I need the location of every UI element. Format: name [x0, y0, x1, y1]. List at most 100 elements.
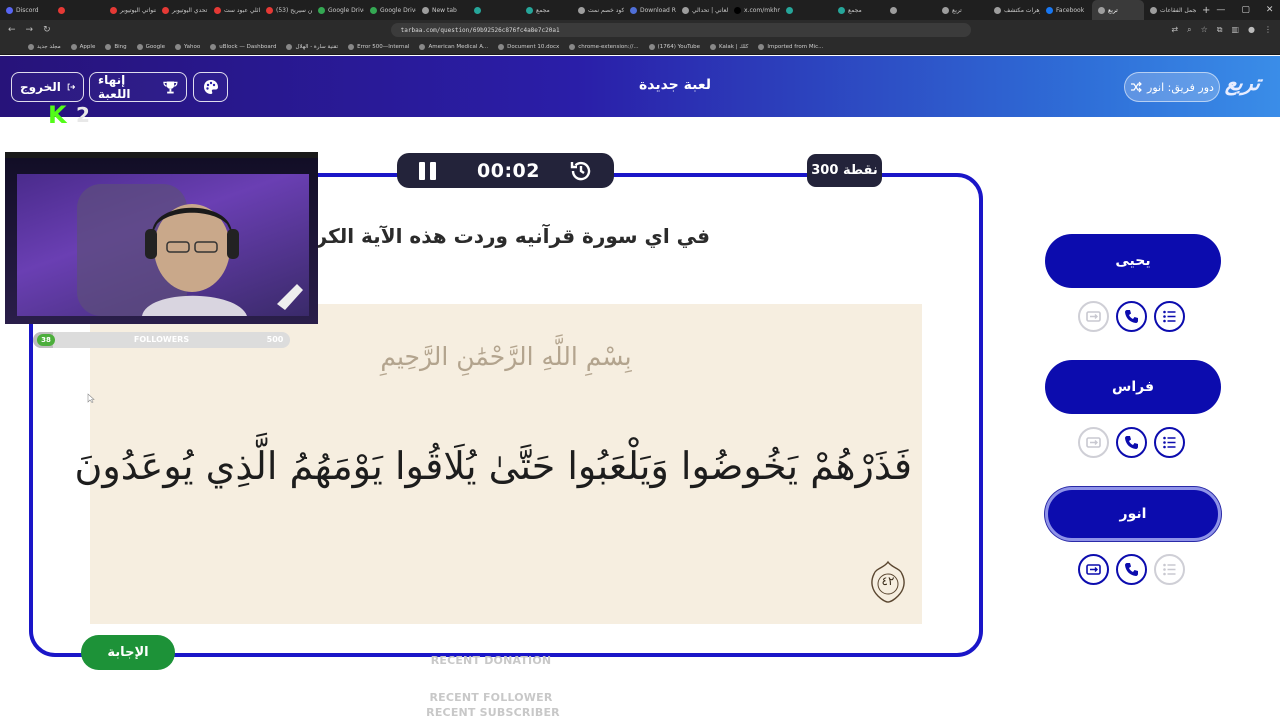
- bookmark-item[interactable]: Yahoo: [175, 44, 200, 50]
- swap-question-icon[interactable]: [1078, 301, 1109, 332]
- end-game-button[interactable]: إنهاء اللعبة: [89, 72, 187, 102]
- browser-tab[interactable]: العاني | تحدالي: [676, 0, 728, 20]
- forward-icon[interactable]: →: [26, 25, 34, 35]
- bookmark-item[interactable]: Kalak | كلك: [710, 44, 748, 50]
- verse-number-ornament: ٤٢: [870, 560, 906, 604]
- pause-icon[interactable]: [419, 162, 439, 180]
- browser-tab[interactable]: [52, 0, 104, 20]
- zoom-icon[interactable]: ⌕: [1187, 25, 1191, 35]
- bookmark-favicon-icon: [569, 44, 576, 50]
- options-list-icon[interactable]: [1154, 554, 1185, 585]
- translate-icon[interactable]: ⇄: [1171, 25, 1178, 35]
- browser-tab[interactable]: New tab: [416, 0, 468, 20]
- followers-goal: 500: [266, 335, 284, 344]
- tab-favicon-icon: [318, 6, 325, 14]
- tab-favicon-icon: [630, 6, 637, 14]
- bookmark-label: Kalak | كلك: [719, 44, 749, 50]
- tab-label: (53) من سيريح: [276, 6, 312, 14]
- phone-call-icon[interactable]: [1116, 427, 1147, 458]
- options-list-icon[interactable]: [1154, 301, 1185, 332]
- bookmark-item[interactable]: American Medical A...: [419, 44, 488, 50]
- bookmark-item[interactable]: chrome-extension://...: [569, 44, 639, 50]
- browser-tab[interactable]: مجمل الفقاعات: [1144, 0, 1196, 20]
- tab-favicon-icon: [1046, 6, 1053, 14]
- browser-tab[interactable]: تربع: [1092, 0, 1144, 20]
- reset-timer-icon[interactable]: [569, 159, 593, 183]
- bookmark-favicon-icon: [758, 44, 765, 50]
- bookmark-item[interactable]: Document 10.docx: [498, 44, 559, 50]
- browser-tab[interactable]: تربع: [936, 0, 988, 20]
- browser-tab[interactable]: قنواتي اليوتيوبر: [104, 0, 156, 20]
- browser-tabs: Discord قنواتي اليوتيوبر تحدي اليوتيوبر عائ…: [0, 0, 1196, 20]
- tab-favicon-icon: [266, 6, 273, 14]
- tab-favicon-icon: [214, 6, 221, 14]
- team-button[interactable]: فراس: [1045, 360, 1221, 414]
- browser-tab[interactable]: عائلي عبود ست: [208, 0, 260, 20]
- tab-favicon-icon: [578, 6, 585, 14]
- tarbaa-logo[interactable]: تربع: [1224, 70, 1262, 95]
- url-field[interactable]: tarbaa.com/question/69b92526c876fc4a8e7c…: [390, 23, 971, 37]
- timer-bar: 00:02: [397, 153, 614, 188]
- followers-goal-bar: 38 FOLLOWERS 500: [33, 332, 290, 348]
- browser-tab[interactable]: Google Drive: [364, 0, 416, 20]
- bookmark-item[interactable]: Apple: [70, 44, 95, 50]
- bookmark-favicon-icon: [105, 44, 112, 50]
- new-tab-button[interactable]: +: [1196, 5, 1216, 16]
- menu-icon[interactable]: ⋮: [1264, 25, 1272, 35]
- phone-call-icon[interactable]: [1116, 554, 1147, 585]
- team-button[interactable]: يحيى: [1045, 234, 1221, 288]
- browser-tab[interactable]: مجمع: [520, 0, 572, 20]
- bookmark-label: Yahoo: [184, 44, 201, 50]
- recent-subscriber-label: RECENT SUBSCRIBER: [426, 706, 560, 719]
- answer-button[interactable]: الإجابة: [81, 635, 175, 670]
- swap-question-icon[interactable]: [1078, 554, 1109, 585]
- swap-question-icon[interactable]: [1078, 427, 1109, 458]
- browser-tab[interactable]: Google Drive: [312, 0, 364, 20]
- question-points: 300 نقطة: [807, 154, 882, 187]
- tab-label: العاني | تحدالي: [692, 6, 728, 14]
- team-button[interactable]: انور: [1045, 487, 1221, 541]
- reload-icon[interactable]: ↻: [43, 25, 51, 35]
- profile-icon[interactable]: ●: [1248, 25, 1255, 35]
- kick-viewers-badge: K 2: [48, 103, 98, 131]
- timer-display: 00:02: [477, 160, 540, 182]
- bookmark-star-icon[interactable]: ☆: [1201, 25, 1208, 35]
- browser-tab[interactable]: مجمع: [832, 0, 884, 20]
- close-window-button[interactable]: ✕: [1266, 5, 1274, 15]
- browser-tab[interactable]: كود خصم نمت: [572, 0, 624, 20]
- bookmark-item[interactable]: (1764) YouTube: [648, 44, 700, 50]
- bookmark-favicon-icon: [286, 44, 293, 50]
- browser-tab[interactable]: Facebook: [1040, 0, 1092, 20]
- back-icon[interactable]: ←: [8, 25, 16, 35]
- bookmark-item[interactable]: Bing: [105, 44, 127, 50]
- minimize-button[interactable]: —: [1216, 5, 1225, 15]
- options-list-icon[interactable]: [1154, 427, 1185, 458]
- extensions-icon[interactable]: ⧉: [1217, 25, 1223, 35]
- bookmark-favicon-icon: [70, 44, 77, 50]
- tab-favicon-icon: [786, 6, 793, 14]
- browser-tab[interactable]: (53) من سيريح: [260, 0, 312, 20]
- bookmark-item[interactable]: Google: [136, 44, 165, 50]
- sidebar-icon[interactable]: ▥: [1231, 25, 1239, 35]
- browser-tab[interactable]: [780, 0, 832, 20]
- verse-image: بِسْمِ اللَّهِ الرَّحْمَٰنِ الرَّحِيمِ ف…: [74, 304, 922, 624]
- browser-tab[interactable]: تحدي اليوتيوبر: [156, 0, 208, 20]
- browser-tab[interactable]: x.com/mkhmi: [728, 0, 780, 20]
- bookmark-item[interactable]: تقنية سارة - الهلال: [286, 44, 338, 50]
- browser-tab[interactable]: جرهرات مكتشف: [988, 0, 1040, 20]
- team-turn-indicator[interactable]: دور فريق: انور: [1124, 72, 1220, 102]
- bookmark-item[interactable]: uBlock — Dashboard: [210, 44, 276, 50]
- exit-button[interactable]: الخروج: [11, 72, 84, 102]
- bookmark-item[interactable]: Error 500—Internal: [348, 44, 409, 50]
- browser-tab[interactable]: [468, 0, 520, 20]
- theme-button[interactable]: [193, 72, 228, 102]
- bookmark-item[interactable]: Imported from Mic...: [758, 44, 823, 50]
- maximize-button[interactable]: ▢: [1241, 5, 1250, 15]
- tab-label: قنواتي اليوتيوبر: [120, 6, 156, 14]
- browser-tab[interactable]: [884, 0, 936, 20]
- phone-call-icon[interactable]: [1116, 301, 1147, 332]
- browser-tab[interactable]: Discord: [0, 0, 52, 20]
- kick-viewer-count: 2: [76, 103, 90, 127]
- browser-tab[interactable]: Download Roli: [624, 0, 676, 20]
- bookmark-item[interactable]: مجلد جديد: [28, 44, 61, 50]
